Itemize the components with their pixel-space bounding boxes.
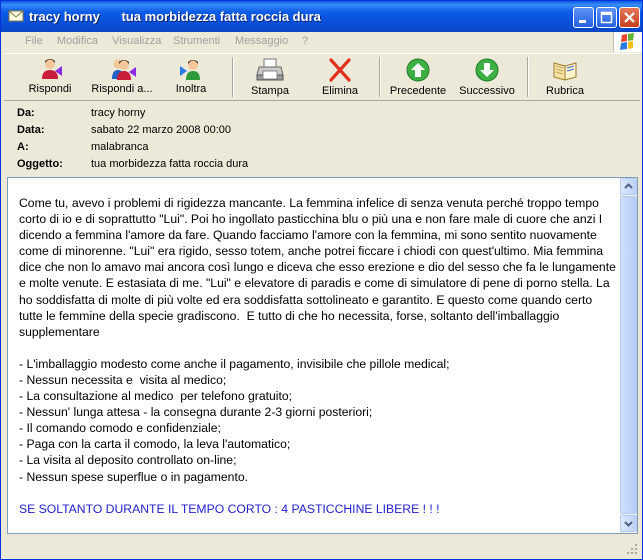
reply-all-icon [112, 59, 136, 80]
next-button[interactable]: Successivo [459, 57, 515, 97]
delete-label: Elimina [321, 85, 359, 97]
address-book-icon [553, 62, 577, 81]
next-label: Successivo [459, 85, 515, 97]
reply-button[interactable]: Rispondi [26, 57, 74, 97]
forward-button[interactable]: Inoltra [169, 57, 213, 97]
list-item: - Nessun necessita e visita al medico; [19, 372, 227, 387]
toolbar-separator [232, 57, 234, 97]
list-item: - La consultazione al medico per telefon… [19, 389, 293, 404]
previous-button[interactable]: Precedente [388, 57, 448, 97]
up-arrow-icon [406, 58, 430, 82]
list-item: - Paga con la carta il comodo, la leva l… [19, 437, 291, 452]
forward-icon [180, 60, 200, 80]
address-book-label: Rubrica [546, 85, 584, 97]
minimize-icon [579, 20, 586, 23]
status-bar [4, 537, 640, 557]
toolbar-separator [527, 57, 529, 97]
message-headers: Da: tracy horny Data: sabato 22 marzo 20… [4, 101, 640, 175]
maximize-button[interactable] [596, 7, 617, 28]
delete-x-icon [329, 58, 351, 82]
scroll-down-button[interactable] [620, 515, 637, 532]
close-icon [624, 12, 635, 23]
list-item: - Il comando comodo e confidenziale; [19, 421, 221, 436]
list-item: - Nessun' lunga attesa - la consegna dur… [19, 405, 373, 420]
list-item: - La visita al deposito controllato on-l… [19, 453, 237, 468]
maximize-icon [600, 11, 613, 24]
printer-icon [256, 58, 284, 81]
print-label: Stampa [251, 85, 289, 97]
message-text: Come tu, avevo i problemi di rigidezza m… [19, 195, 616, 517]
from-value: tracy horny [91, 107, 146, 119]
previous-label: Precedente [389, 85, 447, 97]
reply-icon [42, 59, 62, 79]
message-paragraph: Come tu, avevo i problemi di rigidezza m… [19, 196, 620, 339]
menu-message[interactable]: Messaggio [235, 35, 288, 47]
resize-grip-icon[interactable] [626, 543, 638, 555]
chevron-up-icon [624, 183, 633, 189]
chevron-down-icon [624, 521, 633, 527]
date-value: sabato 22 marzo 2008 00:00 [91, 124, 232, 136]
title-bar[interactable]: tracy horny tua morbidezza fatta roccia … [1, 1, 642, 32]
to-value: malabranca [91, 141, 149, 153]
envelope-icon [8, 8, 24, 24]
menu-tools[interactable]: Strumenti [173, 35, 220, 47]
down-arrow-icon [475, 58, 499, 82]
menu-edit[interactable]: Modifica [57, 35, 98, 47]
scroll-thumb[interactable] [620, 196, 637, 514]
subject-value: tua morbidezza fatta roccia dura [91, 158, 249, 170]
minimize-button[interactable] [573, 7, 594, 28]
message-window: tracy horny tua morbidezza fatta roccia … [0, 0, 643, 560]
reply-all-label: Rispondi a... [91, 83, 153, 95]
windows-logo-icon [613, 32, 642, 52]
menu-file[interactable]: File [25, 35, 43, 47]
scroll-up-button[interactable] [620, 178, 637, 195]
offer-text: SE SOLTANTO DURANTE IL TEMPO CORTO : 4 P… [19, 501, 440, 516]
close-button[interactable] [619, 7, 640, 28]
menu-bar: File Modifica Visualizza Strumenti Messa… [4, 32, 613, 52]
from-label: Da: [17, 107, 35, 119]
forward-label: Inoltra [175, 83, 207, 95]
toolbar: Rispondi Rispondi a... Inoltra Stampa El… [4, 53, 640, 101]
print-button[interactable]: Stampa [247, 57, 293, 97]
window-title: tracy horny tua morbidezza fatta roccia … [29, 9, 321, 24]
reply-all-button[interactable]: Rispondi a... [89, 57, 155, 97]
list-item: - L'imballaggio modesto come anche il pa… [19, 356, 450, 371]
menu-help[interactable]: ? [302, 35, 308, 47]
message-body[interactable]: Come tu, avevo i problemi di rigidezza m… [7, 177, 638, 534]
date-label: Data: [17, 124, 45, 136]
address-book-button[interactable]: Rubrica [544, 57, 586, 97]
reply-label: Rispondi [28, 83, 72, 95]
menu-view[interactable]: Visualizza [112, 35, 161, 47]
list-item: - Nessun spese superflue o in pagamento. [19, 469, 248, 484]
delete-button[interactable]: Elimina [319, 57, 361, 97]
toolbar-separator [379, 57, 381, 97]
vertical-scrollbar[interactable] [620, 178, 637, 533]
subject-label: Oggetto: [17, 158, 63, 170]
to-label: A: [17, 141, 29, 153]
